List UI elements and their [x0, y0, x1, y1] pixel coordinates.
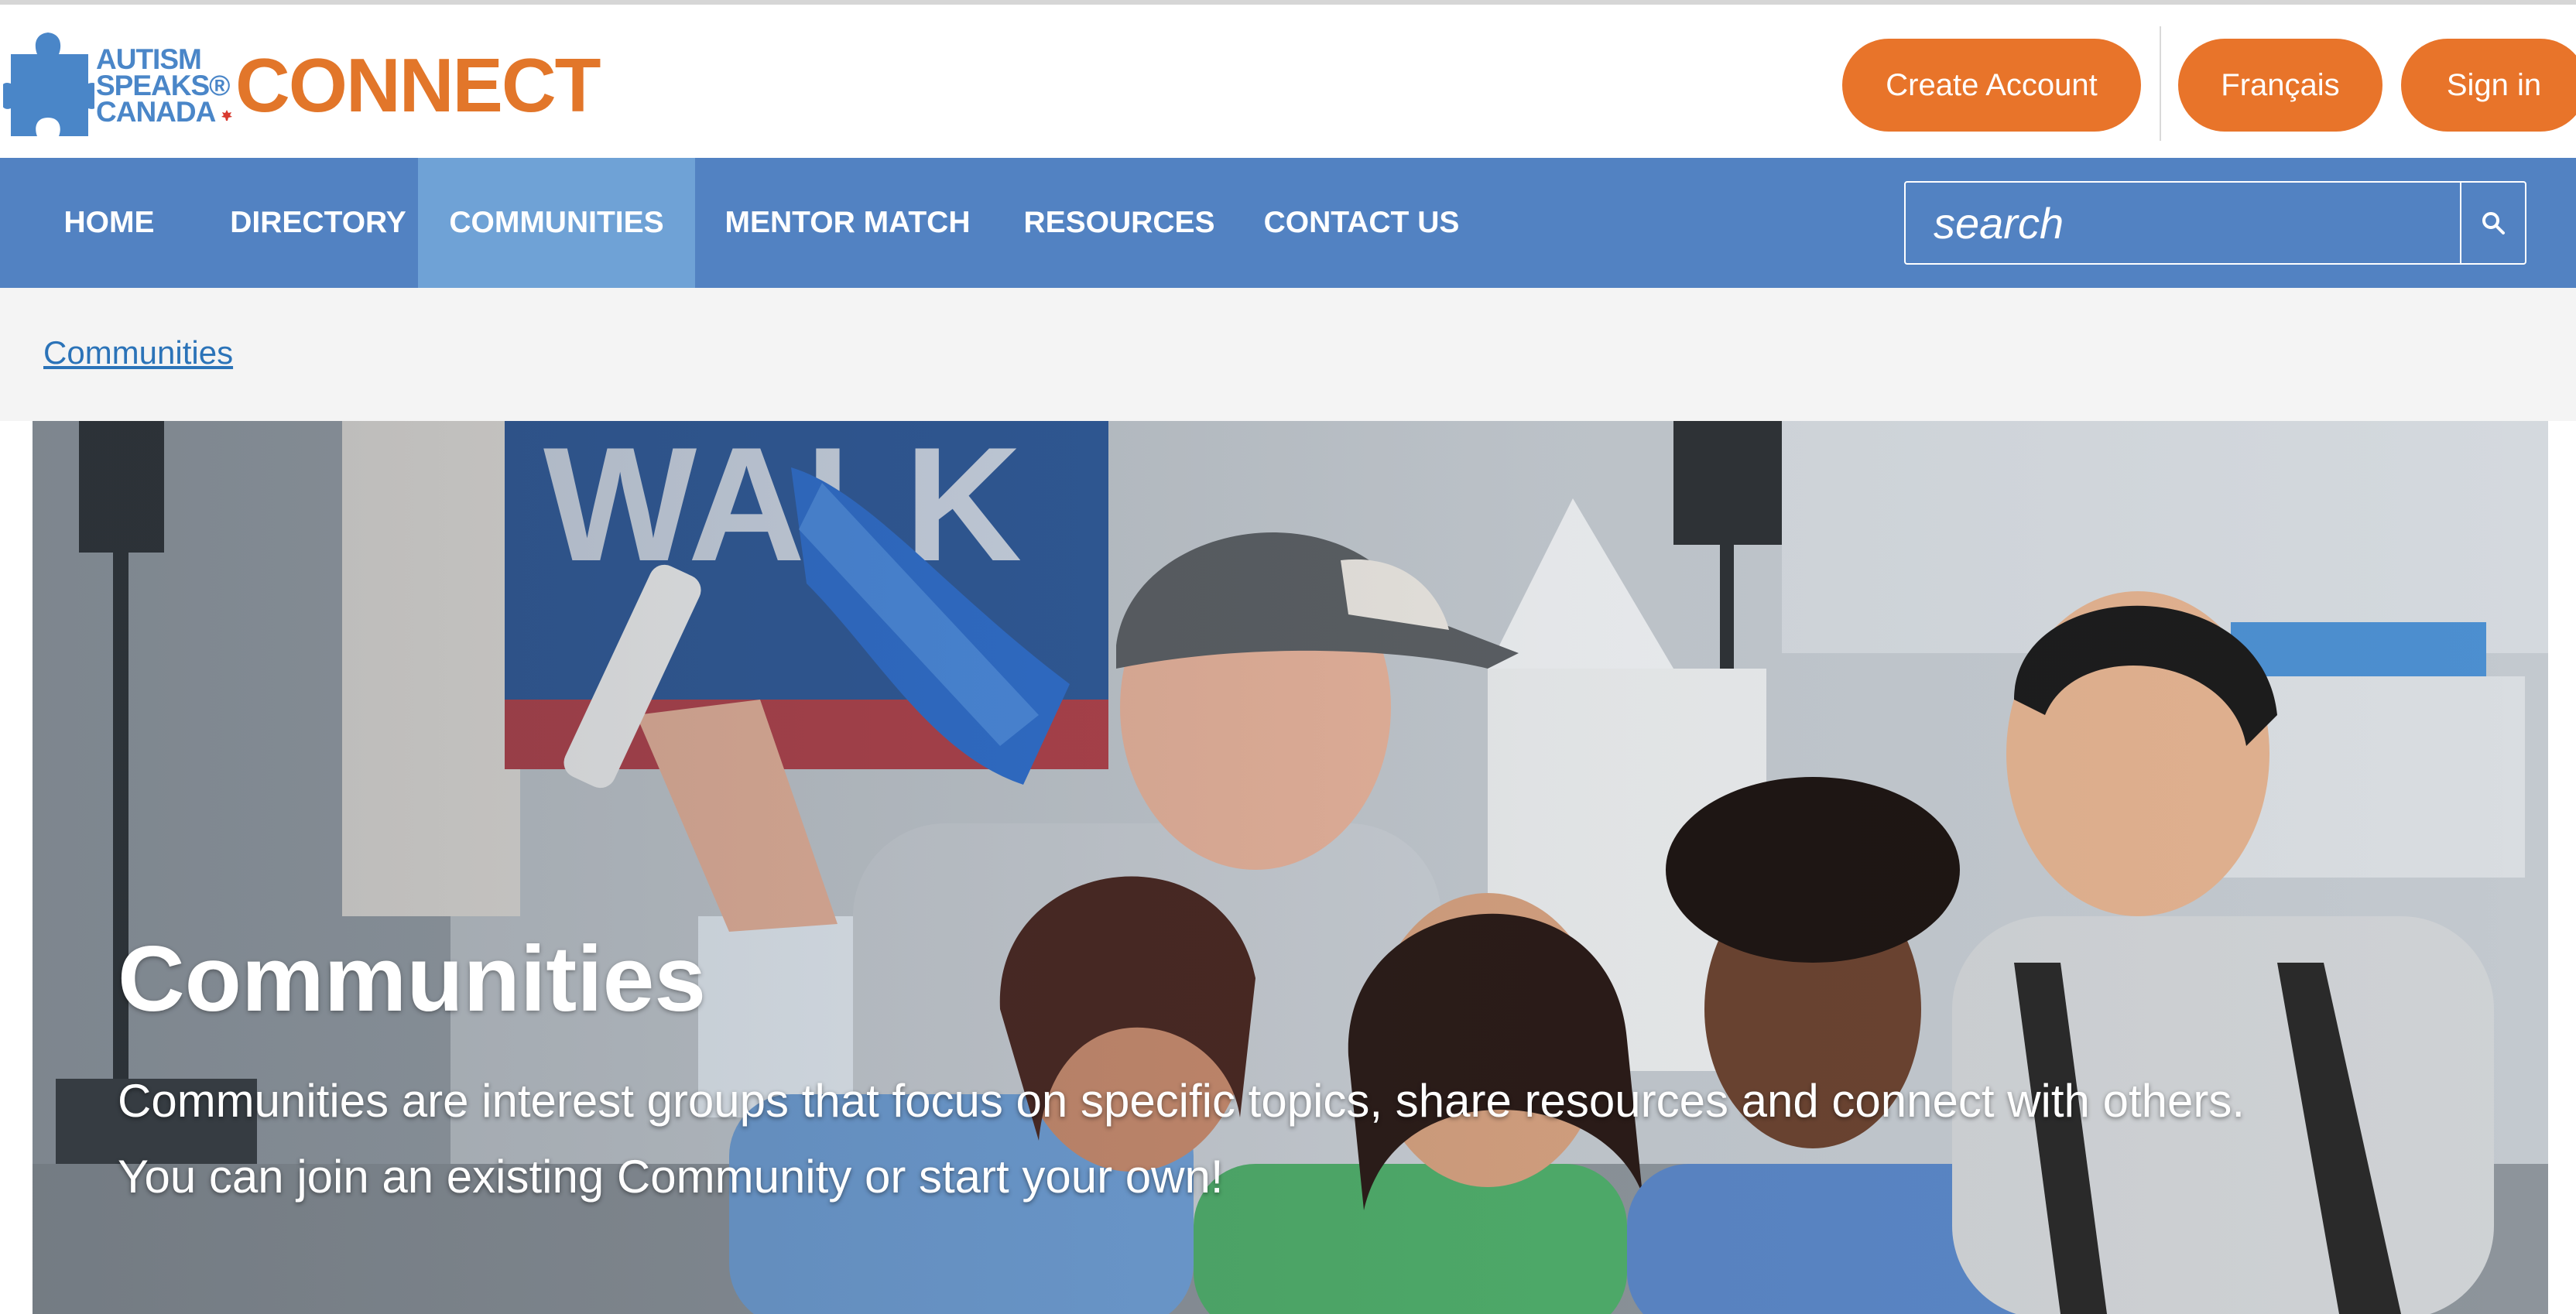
search-input[interactable] [1906, 183, 2460, 263]
logo-line-speaks: SPEAKS® [96, 70, 230, 101]
hero-description-line-1: Communities are interest groups that foc… [118, 1075, 2245, 1127]
breadcrumb: Communities [0, 288, 2576, 421]
header-divider [2160, 26, 2161, 141]
hero-title: Communities [118, 927, 707, 1031]
puzzle-piece-icon [3, 33, 94, 136]
logo-line-autism: AUTISM [96, 43, 202, 75]
sign-in-button[interactable]: Sign in [2401, 39, 2576, 132]
logo-connect-text: CONNECT [235, 43, 601, 128]
logo-line-canada: CANADA [96, 96, 216, 128]
nav-item-contact-us[interactable]: CONTACT US [1238, 158, 1485, 288]
language-toggle-button[interactable]: Français [2178, 39, 2382, 132]
search-button[interactable] [2460, 183, 2525, 263]
search-icon [2482, 212, 2505, 234]
nav-item-directory[interactable]: DIRECTORY [218, 158, 418, 288]
nav-item-communities[interactable]: COMMUNITIES [418, 158, 695, 288]
hero-description: Communities are interest groups that foc… [118, 1063, 2502, 1215]
logo-wordmark: AUTISM SPEAKS® CANADA [96, 43, 235, 128]
breadcrumb-link-communities[interactable]: Communities [43, 334, 233, 371]
nav-item-resources[interactable]: RESOURCES [1000, 158, 1238, 288]
site-header: AUTISM SPEAKS® CANADA CONNECT Create Acc… [0, 5, 2576, 158]
hero-banner: WALK [33, 421, 2548, 1314]
maple-leaf-icon [221, 110, 232, 121]
site-logo[interactable]: AUTISM SPEAKS® CANADA CONNECT [3, 23, 601, 139]
hero-description-line-2: You can join an existing Community or st… [118, 1151, 1224, 1203]
create-account-button[interactable]: Create Account [1842, 39, 2141, 132]
nav-item-mentor-match[interactable]: MENTOR MATCH [695, 158, 1000, 288]
search-form [1904, 181, 2526, 265]
nav-item-home[interactable]: HOME [0, 158, 218, 288]
